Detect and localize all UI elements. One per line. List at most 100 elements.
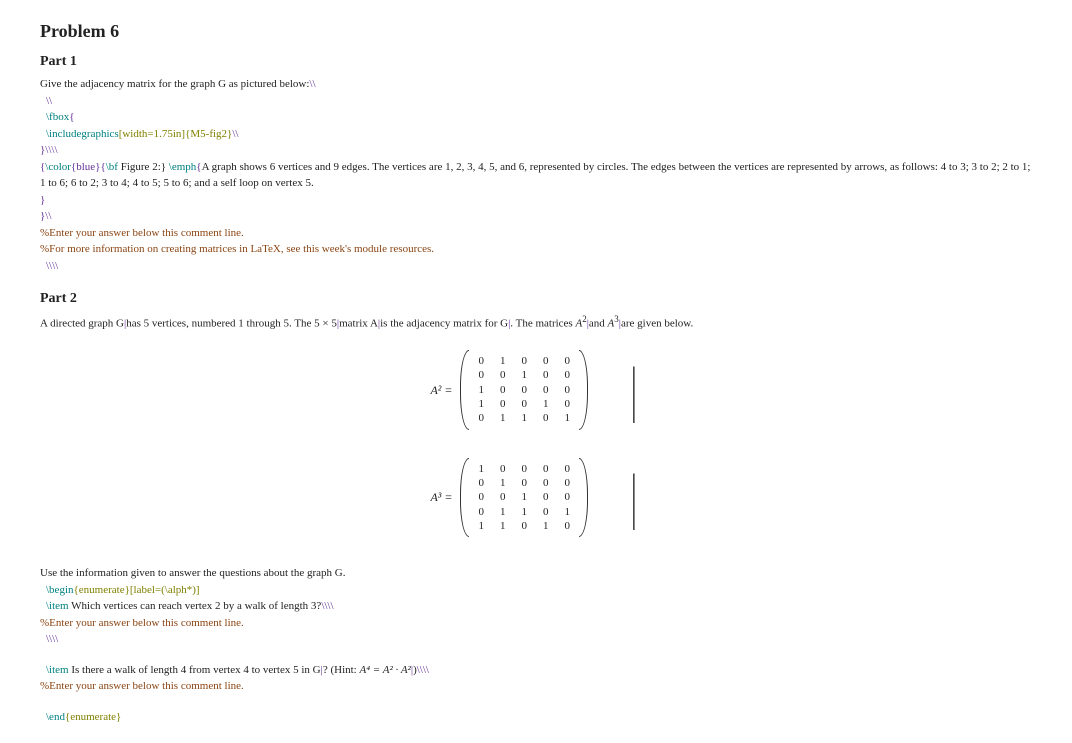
comment-resources: %For more information on creating matric… xyxy=(40,241,1032,258)
item2-a: Is there a walk of length 4 from vertex … xyxy=(69,664,321,676)
matrix-cell: 1 xyxy=(513,505,535,519)
figure-caption-line: {\color{blue}{\bf Figure 2:} \emph{A gra… xyxy=(40,159,1032,192)
matrix-cell: 0 xyxy=(556,383,578,397)
matrix-cell: 1 xyxy=(513,490,535,504)
include-args: [width=1.75in]{M5-fig2} xyxy=(119,128,233,140)
matrix-a2-block: A² = 0100000100100001001001101 | xyxy=(40,350,1032,429)
matrix-cell: 0 xyxy=(535,462,557,476)
part2-closing: Use the information given to answer the … xyxy=(40,565,1032,582)
matrix-cell: 1 xyxy=(535,397,557,411)
matrix-cell: 0 xyxy=(535,505,557,519)
vbar: | xyxy=(631,473,636,521)
matrix-cell: 0 xyxy=(513,462,535,476)
close-bs-line: }\\\\ xyxy=(40,142,1032,159)
matrix-cell: 0 xyxy=(492,490,514,504)
part2-heading: Part 2 xyxy=(40,288,1032,309)
t: matrix A xyxy=(339,318,378,330)
item-1: \item Which vertices can reach vertex 2 … xyxy=(40,598,1032,615)
matrix-cell: 1 xyxy=(513,368,535,382)
matrix-cell: 1 xyxy=(513,411,535,425)
item2-b: ? (Hint: xyxy=(323,664,360,676)
part1-heading: Part 1 xyxy=(40,51,1032,72)
t: and xyxy=(589,318,608,330)
matrix-cell: 1 xyxy=(492,411,514,425)
matrix-cell: 0 xyxy=(470,354,492,368)
matrix-cell: 0 xyxy=(470,411,492,425)
bf-cmd: \bf xyxy=(106,161,118,173)
matrix-cell: 1 xyxy=(492,505,514,519)
begin-cmd: \begin xyxy=(46,584,74,596)
matrix-cell: 0 xyxy=(556,490,578,504)
item-cmd: \item xyxy=(46,600,69,612)
matrix-cell: 1 xyxy=(535,519,557,533)
matrix-cell: 1 xyxy=(556,505,578,519)
item-2: \item Is there a walk of length 4 from v… xyxy=(40,662,1032,679)
matrix-cell: 0 xyxy=(535,383,557,397)
a2-eq-label: A² = xyxy=(430,381,452,399)
matrix-cell: 1 xyxy=(492,519,514,533)
problem-title: Problem 6 xyxy=(40,18,1032,45)
begin-args: {enumerate}[label=(\alph*)] xyxy=(74,584,200,596)
comment-answer: %Enter your answer below this comment li… xyxy=(40,225,1032,242)
matrix-cell: 0 xyxy=(556,354,578,368)
matrix-cell: 0 xyxy=(492,368,514,382)
matrix-a3-table: 1000001000001000110111010 xyxy=(470,462,578,533)
part1-intro: Give the adjacency matrix for the graph … xyxy=(40,76,1032,93)
matrix-cell: 0 xyxy=(535,490,557,504)
trailing-bs: \\\\ xyxy=(40,258,1032,275)
begin-enumerate: \begin{enumerate}[label=(\alph*)] xyxy=(40,582,1032,599)
matrix-cell: 0 xyxy=(470,476,492,490)
matrix-a3-block: A³ = 1000001000001000110111010 | xyxy=(40,458,1032,537)
fbox-line: \fbox{ xyxy=(40,109,1032,126)
matrix-cell: 0 xyxy=(470,368,492,382)
matrix-cell: 0 xyxy=(492,397,514,411)
matrix-cell: 1 xyxy=(492,354,514,368)
matrix-cell: 0 xyxy=(535,354,557,368)
matrix-cell: 0 xyxy=(492,462,514,476)
brace: { xyxy=(69,111,74,123)
end-args: {enumerate} xyxy=(65,711,121,723)
includegraphics-line: \includegraphics[width=1.75in]{M5-fig2}\… xyxy=(40,126,1032,143)
emph-cmd: \emph xyxy=(169,161,197,173)
matrix-cell: 1 xyxy=(470,383,492,397)
matrix-cell: 0 xyxy=(556,519,578,533)
part2-intro: A directed graph G|has 5 vertices, numbe… xyxy=(40,313,1032,332)
matrix-cell: 0 xyxy=(535,411,557,425)
matrix-cell: 0 xyxy=(492,383,514,397)
color-arg: {blue}{ xyxy=(71,161,106,173)
mid-bs: \\\\ xyxy=(40,631,1032,648)
t: is the adjacency matrix for G xyxy=(380,318,508,330)
backslash: \\ xyxy=(309,78,315,90)
matrix-cell: 0 xyxy=(535,368,557,382)
matrix-cell: 0 xyxy=(556,397,578,411)
item1-text: Which vertices can reach vertex 2 by a w… xyxy=(69,600,322,612)
bs: \\\\ xyxy=(321,600,333,612)
fbox-cmd: \fbox xyxy=(46,111,69,123)
matrix-cell: 0 xyxy=(513,354,535,368)
matrix-cell: 1 xyxy=(556,411,578,425)
matrix-cell: 0 xyxy=(470,490,492,504)
fig-label: Figure 2:} xyxy=(118,161,169,173)
matrix-a2: 0100000100100001001001101 xyxy=(460,350,588,429)
matrix-cell: 1 xyxy=(492,476,514,490)
matrix-cell: 1 xyxy=(470,397,492,411)
part1-intro-text: Give the adjacency matrix for the graph … xyxy=(40,78,309,90)
matrix-cell: 0 xyxy=(535,476,557,490)
comment-answer-3: %Enter your answer below this comment li… xyxy=(40,678,1032,695)
vbar: | xyxy=(631,366,636,414)
close-brace-2: }\\ xyxy=(40,208,1032,225)
a3-eq-label: A³ = xyxy=(430,488,452,506)
item-cmd: \item xyxy=(46,664,69,676)
color-cmd: \color xyxy=(45,161,71,173)
matrix-cell: 0 xyxy=(470,505,492,519)
matrix-a3: 1000001000001000110111010 xyxy=(460,458,588,537)
matrix-cell: 0 xyxy=(513,397,535,411)
end-enumerate: \end{enumerate} xyxy=(40,709,1032,726)
end-cmd: \end xyxy=(46,711,65,723)
matrix-cell: 0 xyxy=(556,476,578,490)
matrix-cell: 1 xyxy=(470,462,492,476)
matrix-cell: 0 xyxy=(556,368,578,382)
matrix-cell: 0 xyxy=(513,476,535,490)
matrix-cell: 0 xyxy=(513,519,535,533)
comment-answer-2: %Enter your answer below this comment li… xyxy=(40,615,1032,632)
